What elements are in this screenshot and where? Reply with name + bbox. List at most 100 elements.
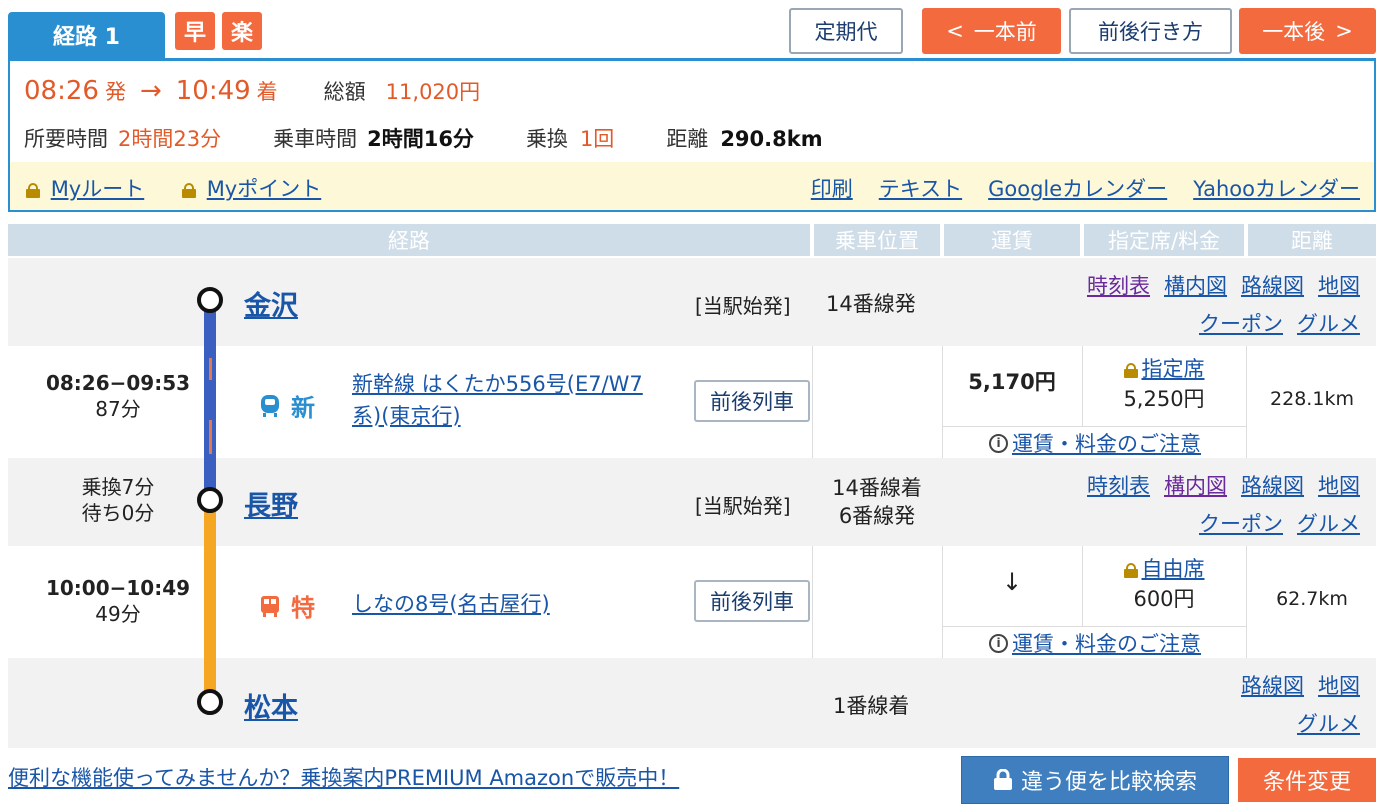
ride-time-label: 乗車時間 [273, 127, 358, 151]
train-type: 特 [259, 588, 315, 623]
train-line-link[interactable]: しなの8号(名古屋行) [352, 588, 550, 618]
station-links-row1: 路線図 地図 [1227, 670, 1360, 700]
station-name-kanazawa[interactable]: 金沢 [244, 284, 298, 323]
station-name-matsumoto[interactable]: 松本 [244, 686, 298, 725]
my-route-link[interactable]: Myルート [26, 173, 144, 203]
th-seat: 指定席/料金 [1084, 224, 1244, 256]
platform-info: 1番線着 [833, 694, 910, 718]
timetable-link[interactable]: 時刻表 [1087, 270, 1150, 300]
seat-cell: 自由席 600円 [1084, 554, 1244, 614]
seat-type-link[interactable]: 指定席 [1142, 357, 1205, 381]
route-map-link[interactable]: 路線図 [1241, 470, 1304, 500]
my-point-link[interactable]: Myポイント [182, 173, 321, 203]
gourmet-link[interactable]: グルメ [1297, 508, 1360, 538]
neighbor-trains-button[interactable]: 前後列車 [694, 580, 810, 622]
fare-notice-link[interactable]: 運賃・料金のご注意 [1012, 428, 1201, 458]
seat-fee: 600円 [1133, 587, 1195, 611]
segment-time-range: 08:26−09:53 [45, 371, 191, 395]
train-line-text-1[interactable]: 新幹線 はくたか556号(E7/W7 [352, 372, 643, 396]
station-links-row1: 時刻表 構内図 路線図 地図 [1073, 470, 1360, 500]
coupon-link[interactable]: クーポン [1199, 308, 1283, 338]
tab-route-1[interactable]: 経路 1 [8, 12, 165, 58]
platform-info: 14番線発 [826, 292, 916, 316]
divider [942, 626, 1246, 627]
fare-notice-link[interactable]: 運賃・料金のご注意 [1012, 628, 1201, 658]
text-link[interactable]: テキスト [879, 173, 962, 203]
total-fare-label: 総額 [323, 80, 366, 104]
th-route: 経路 [8, 224, 810, 256]
arrival-suffix: 着 [256, 80, 278, 104]
total-fare-value: 11,020円 [385, 80, 481, 104]
divider [1082, 346, 1083, 426]
map-link[interactable]: 地図 [1318, 270, 1360, 300]
chevron-left-icon: < [946, 19, 964, 43]
my-point-text[interactable]: Myポイント [207, 177, 322, 201]
train-type-label: 特 [291, 594, 315, 622]
prev-train-label: 一本前 [973, 20, 1037, 44]
coupon-link[interactable]: クーポン [1199, 508, 1283, 538]
map-link[interactable]: 地図 [1318, 470, 1360, 500]
station-node-icon [197, 287, 223, 313]
seat-cell: 指定席 5,250円 [1084, 354, 1244, 414]
map-link[interactable]: 地図 [1318, 670, 1360, 700]
route-map-link[interactable]: 路線図 [1241, 670, 1304, 700]
station-links-row2: グルメ [1283, 708, 1360, 738]
segment-distance: 228.1km [1270, 388, 1354, 410]
station-map-link[interactable]: 構内図 [1164, 470, 1227, 500]
segment-distance: 62.7km [1276, 588, 1348, 610]
train-line-link[interactable]: 新幹線 はくたか556号(E7/W7 系)(東京行) [352, 368, 682, 432]
origin-note: [当駅始発] [695, 294, 791, 318]
station-name-nagano[interactable]: 長野 [244, 484, 298, 523]
th-position: 乗車位置 [814, 224, 940, 256]
lock-icon [1123, 363, 1138, 378]
divider [1246, 346, 1247, 458]
departure-time: 08:26 [24, 76, 99, 106]
route-map-link[interactable]: 路線図 [1241, 270, 1304, 300]
fare-notice[interactable]: i 運賃・料金のご注意 [944, 628, 1246, 658]
lock-icon [993, 769, 1012, 790]
segment-time: 08:26−09:53 87分 [8, 370, 228, 422]
train-line-text-2[interactable]: 系)(東京行) [352, 404, 461, 428]
gourmet-link[interactable]: グルメ [1297, 308, 1360, 338]
fare-value: 5,170円 [968, 370, 1056, 394]
export-links: 印刷 テキスト Googleカレンダー Yahooカレンダー [811, 173, 1360, 203]
change-conditions-button[interactable]: 条件変更 [1238, 758, 1376, 802]
around-routes-button[interactable]: 前後行き方 [1069, 8, 1232, 54]
tag-fast: 早 [175, 12, 215, 50]
station-map-link[interactable]: 構内図 [1164, 270, 1227, 300]
gourmet-link[interactable]: グルメ [1297, 708, 1360, 738]
premium-promo-link[interactable]: 便利な機能使ってみませんか？乗換案内PREMIUM Amazonで販売中！ [8, 762, 679, 792]
distance-value: 290.8km [720, 127, 823, 151]
station-links-row2: クーポン グルメ [1185, 508, 1360, 538]
station-node-icon [197, 487, 223, 513]
info-icon: i [989, 633, 1008, 653]
fare-same-arrow: ↓ [1001, 568, 1023, 596]
lock-icon [26, 183, 40, 198]
distance-label: 距離 [666, 127, 709, 151]
timetable-link[interactable]: 時刻表 [1087, 470, 1150, 500]
compare-search-label: 違う便を比較検索 [1020, 770, 1197, 795]
google-calendar-link[interactable]: Googleカレンダー [988, 173, 1167, 203]
lock-icon [182, 183, 196, 198]
next-train-button[interactable]: 一本後 > [1239, 8, 1376, 54]
station-links-row1: 時刻表 構内図 路線図 地図 [1073, 270, 1360, 300]
fare-notice[interactable]: i 運賃・料金のご注意 [944, 428, 1246, 458]
seat-type-link[interactable]: 自由席 [1142, 557, 1205, 581]
route-line-marker [209, 420, 212, 454]
duration-value: 2時間23分 [118, 127, 222, 151]
print-link[interactable]: 印刷 [811, 173, 853, 203]
station-node-icon [197, 689, 223, 715]
my-route-text[interactable]: Myルート [51, 177, 145, 201]
segment-minutes: 87分 [95, 397, 141, 421]
chevron-right-icon: > [1335, 19, 1353, 43]
th-fare: 運賃 [944, 224, 1080, 256]
platform-info: 14番線着 6番線発 [814, 474, 940, 530]
compare-search-button[interactable]: 違う便を比較検索 [961, 756, 1229, 804]
prev-train-button[interactable]: < 一本前 [922, 8, 1061, 54]
neighbor-trains-button[interactable]: 前後列車 [694, 380, 810, 422]
teikidai-button[interactable]: 定期代 [789, 8, 903, 54]
yahoo-calendar-link[interactable]: Yahooカレンダー [1193, 173, 1360, 203]
wait-time: 待ち0分 [81, 501, 155, 525]
summary-times: 08:26 発 → 10:49 着 総額 11,020円 [24, 76, 480, 106]
transfer-value: 1回 [579, 127, 615, 151]
